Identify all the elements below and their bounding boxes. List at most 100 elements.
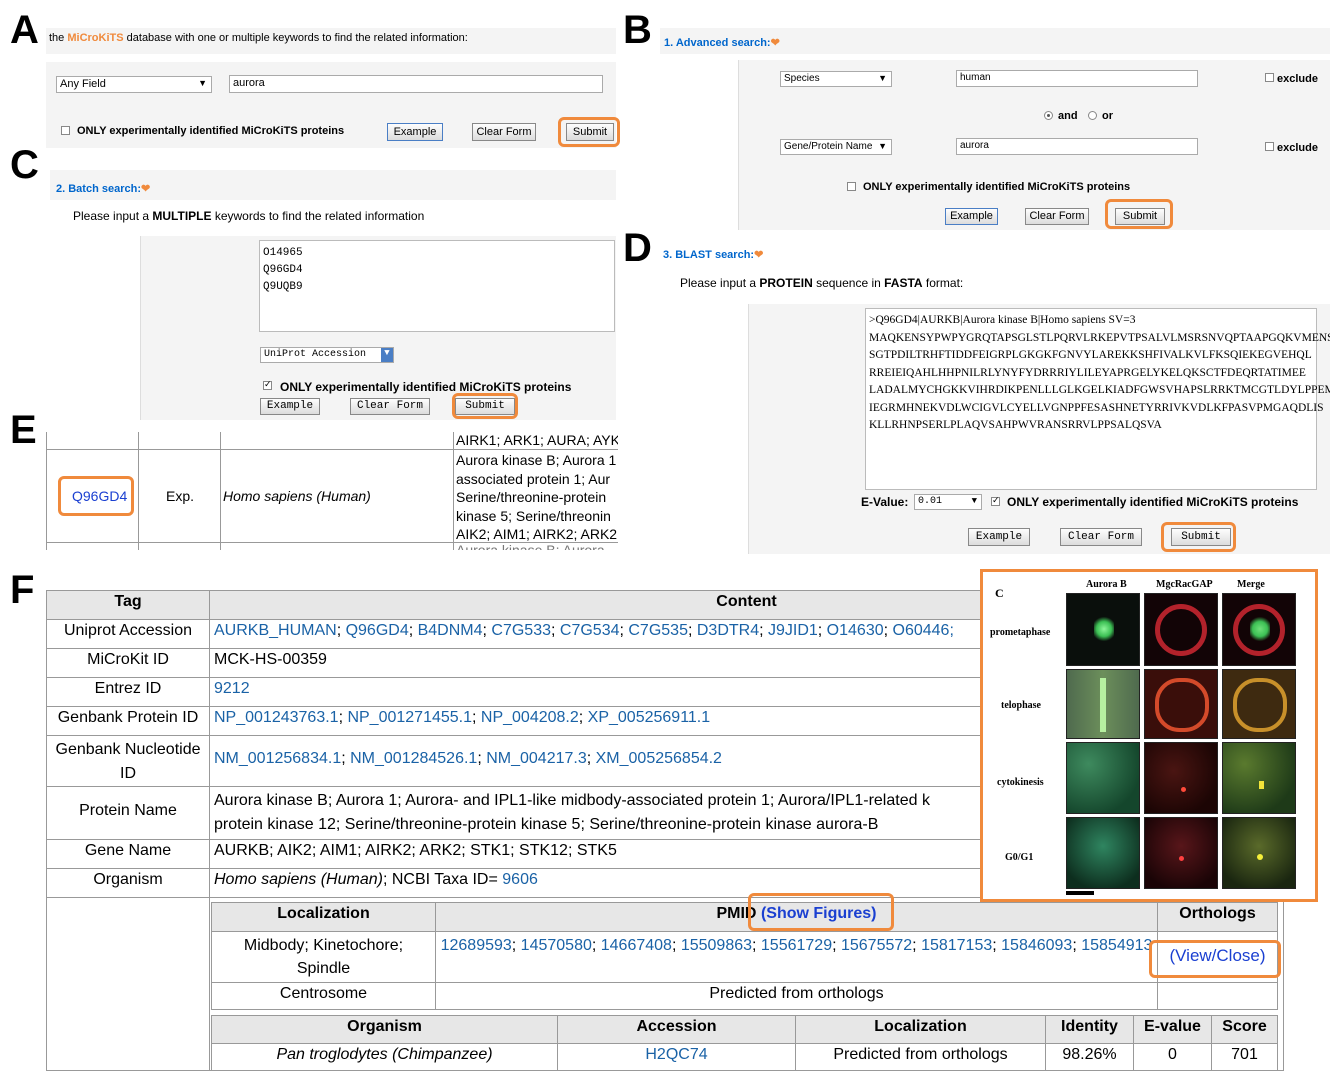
protein-name-line: Aurora kinase B; Aurora 1 bbox=[456, 452, 617, 468]
clear-form-button[interactable]: Clear Form bbox=[472, 123, 536, 141]
uniprot-link[interactable]: C7G533 bbox=[491, 622, 551, 639]
genbank-protein-link[interactable]: NP_001271455.1 bbox=[347, 709, 472, 726]
row1-input[interactable]: human bbox=[956, 70, 1198, 87]
pmid-link[interactable]: 15561729 bbox=[761, 937, 832, 954]
batch-search-title-text: 2. Batch search: bbox=[56, 183, 141, 195]
uniprot-link[interactable]: O14630 bbox=[827, 622, 884, 639]
fasta-textarea[interactable]: >Q96GD4|AURKB|Aurora kinase B|Homo sapie… bbox=[865, 308, 1330, 490]
uniprot-link[interactable]: Q96GD4 bbox=[346, 622, 409, 639]
fasta-line: RREIEIQAHLHHPNILRLYNYFYDRRRIYLILEYAPRGEL… bbox=[869, 366, 1306, 379]
midbody-signal bbox=[1179, 856, 1184, 861]
midzone-signal bbox=[1100, 678, 1106, 732]
row-divider bbox=[46, 449, 618, 450]
pmid-link[interactable]: 15854913 bbox=[1081, 937, 1152, 954]
taxa-link[interactable]: 9606 bbox=[502, 871, 538, 888]
protein-name-line: kinase 5; Serine/threonin bbox=[456, 507, 611, 524]
fasta-line: IEGRMHNEKVDLWCIGVLCYELLVGNPPFESASHNETYRR… bbox=[869, 401, 1324, 414]
intro-pre: the bbox=[49, 32, 68, 44]
top-row-text: AIRK1; ARK1; AURA; AYK bbox=[456, 432, 618, 448]
tag-header: Tag bbox=[46, 590, 210, 620]
pmid-list: 12689593; 14570580; 14667408; 15509863; … bbox=[435, 931, 1158, 983]
tag-organism: Organism bbox=[46, 868, 210, 898]
genbank-protein-link[interactable]: NP_004208.2 bbox=[481, 709, 579, 726]
tag-genbank-protein: Genbank Protein ID bbox=[46, 706, 210, 736]
example-button[interactable]: Example bbox=[968, 528, 1030, 546]
entrez-link[interactable]: 9212 bbox=[214, 680, 250, 697]
cell-outline bbox=[1233, 678, 1287, 732]
cell-image-merge-g0g1 bbox=[1222, 817, 1296, 889]
row1-exclude-label: exclude bbox=[1277, 73, 1318, 85]
row2-field-select[interactable]: Gene/Protein Name ▼ bbox=[780, 139, 892, 155]
pmid-link[interactable]: 15675572 bbox=[841, 937, 912, 954]
instr-post: keywords to find the related information bbox=[211, 209, 425, 223]
panel-label-f: F bbox=[10, 568, 35, 612]
instr-bold: MULTIPLE bbox=[152, 209, 212, 223]
blast-search-title: 3. BLAST search:❤ bbox=[663, 248, 763, 261]
tag-gene-name: Gene Name bbox=[46, 839, 210, 869]
tag-genbank-nucleotide: Genbank Nucleotide ID bbox=[46, 735, 210, 787]
pmid-link[interactable]: 15817153 bbox=[921, 937, 992, 954]
row1-select-value: Species bbox=[784, 73, 820, 84]
cell-image-merge-cytokinesis bbox=[1222, 742, 1296, 814]
field-select[interactable]: Any Field ▼ bbox=[56, 76, 212, 93]
or-label: or bbox=[1102, 110, 1113, 122]
genbank-protein-link[interactable]: XP_005256911.1 bbox=[588, 709, 710, 726]
only-checkbox[interactable] bbox=[847, 182, 856, 191]
tag-microkit: MiCroKit ID bbox=[46, 648, 210, 678]
genbank-nucleotide-link[interactable]: NM_001284526.1 bbox=[350, 750, 477, 767]
orth-col-evalue: E-value bbox=[1133, 1015, 1212, 1044]
id-type-select[interactable]: UniProt Accession ▼ bbox=[260, 347, 394, 363]
row2-select-value: Gene/Protein Name bbox=[784, 141, 873, 152]
clear-form-button[interactable]: Clear Form bbox=[1060, 528, 1142, 546]
row1-exclude-checkbox[interactable] bbox=[1265, 73, 1274, 82]
or-radio[interactable] bbox=[1088, 111, 1097, 120]
submit-highlight bbox=[1105, 199, 1173, 229]
blast-search-title-text: 3. BLAST search: bbox=[663, 249, 755, 261]
accession-highlight bbox=[58, 476, 134, 516]
batch-ids: O14965 Q96GD4 Q9UQB9 bbox=[263, 245, 303, 296]
uniprot-link[interactable]: B4DNM4 bbox=[418, 622, 483, 639]
orth-accession-link[interactable]: H2QC74 bbox=[645, 1046, 707, 1063]
field-select-value: Any Field bbox=[60, 78, 106, 90]
only-checkbox[interactable] bbox=[263, 379, 272, 390]
and-radio[interactable] bbox=[1044, 111, 1053, 120]
id-type-value: UniProt Accession bbox=[264, 349, 367, 360]
protein-name-line: associated protein 1; Aur bbox=[456, 470, 611, 487]
batch-search-title: 2. Batch search:❤ bbox=[56, 182, 150, 195]
clear-form-button[interactable]: Clear Form bbox=[350, 398, 430, 415]
genbank-nucleotide-link[interactable]: XM_005256854.2 bbox=[596, 750, 722, 767]
only-checkbox[interactable] bbox=[991, 495, 1000, 506]
pmid-link[interactable]: 15846093 bbox=[1001, 937, 1072, 954]
batch-textarea[interactable]: O14965 Q96GD4 Q9UQB9 bbox=[259, 240, 615, 332]
row2-exclude-checkbox[interactable] bbox=[1265, 142, 1274, 151]
cell-image-mgcracgap-prometaphase bbox=[1144, 593, 1218, 666]
keyword-input[interactable]: aurora bbox=[229, 75, 603, 93]
uniprot-link[interactable]: AURKB_HUMAN bbox=[214, 622, 337, 639]
uniprot-link[interactable]: C7G534 bbox=[560, 622, 620, 639]
batch-id: Q9UQB9 bbox=[263, 281, 303, 293]
genbank-nucleotide-link[interactable]: NM_004217.3 bbox=[486, 750, 587, 767]
clear-form-button[interactable]: Clear Form bbox=[1025, 208, 1089, 225]
example-button[interactable]: Example bbox=[945, 208, 998, 225]
panel-b-advanced-search: 1. Advanced search:❤ Species ▼ human excl… bbox=[660, 28, 1330, 230]
uniprot-link[interactable]: O60446; bbox=[893, 622, 954, 639]
centrosome-orthologs bbox=[1157, 982, 1278, 1010]
pmid-link[interactable]: 14570580 bbox=[521, 937, 592, 954]
panel-label-e: E bbox=[10, 408, 37, 452]
pmid-link[interactable]: 15509863 bbox=[681, 937, 752, 954]
heart-icon: ❤ bbox=[140, 183, 151, 195]
uniprot-link[interactable]: C7G535 bbox=[628, 622, 688, 639]
genbank-nucleotide-link[interactable]: NM_001256834.1 bbox=[214, 750, 341, 767]
uniprot-link[interactable]: D3DTR4 bbox=[697, 622, 759, 639]
example-button[interactable]: Example bbox=[387, 123, 443, 141]
orth-col-localization: Localization bbox=[795, 1015, 1046, 1044]
uniprot-link[interactable]: J9JID1 bbox=[768, 622, 818, 639]
example-button[interactable]: Example bbox=[260, 398, 320, 415]
row2-input[interactable]: aurora bbox=[956, 138, 1198, 155]
genbank-protein-link[interactable]: NP_001243763.1 bbox=[214, 709, 339, 726]
row1-field-select[interactable]: Species ▼ bbox=[780, 71, 892, 87]
only-checkbox[interactable] bbox=[61, 126, 70, 135]
pmid-link[interactable]: 12689593 bbox=[441, 937, 512, 954]
evalue-select[interactable]: 0.01 ▼ bbox=[914, 494, 982, 510]
pmid-link[interactable]: 14667408 bbox=[601, 937, 672, 954]
